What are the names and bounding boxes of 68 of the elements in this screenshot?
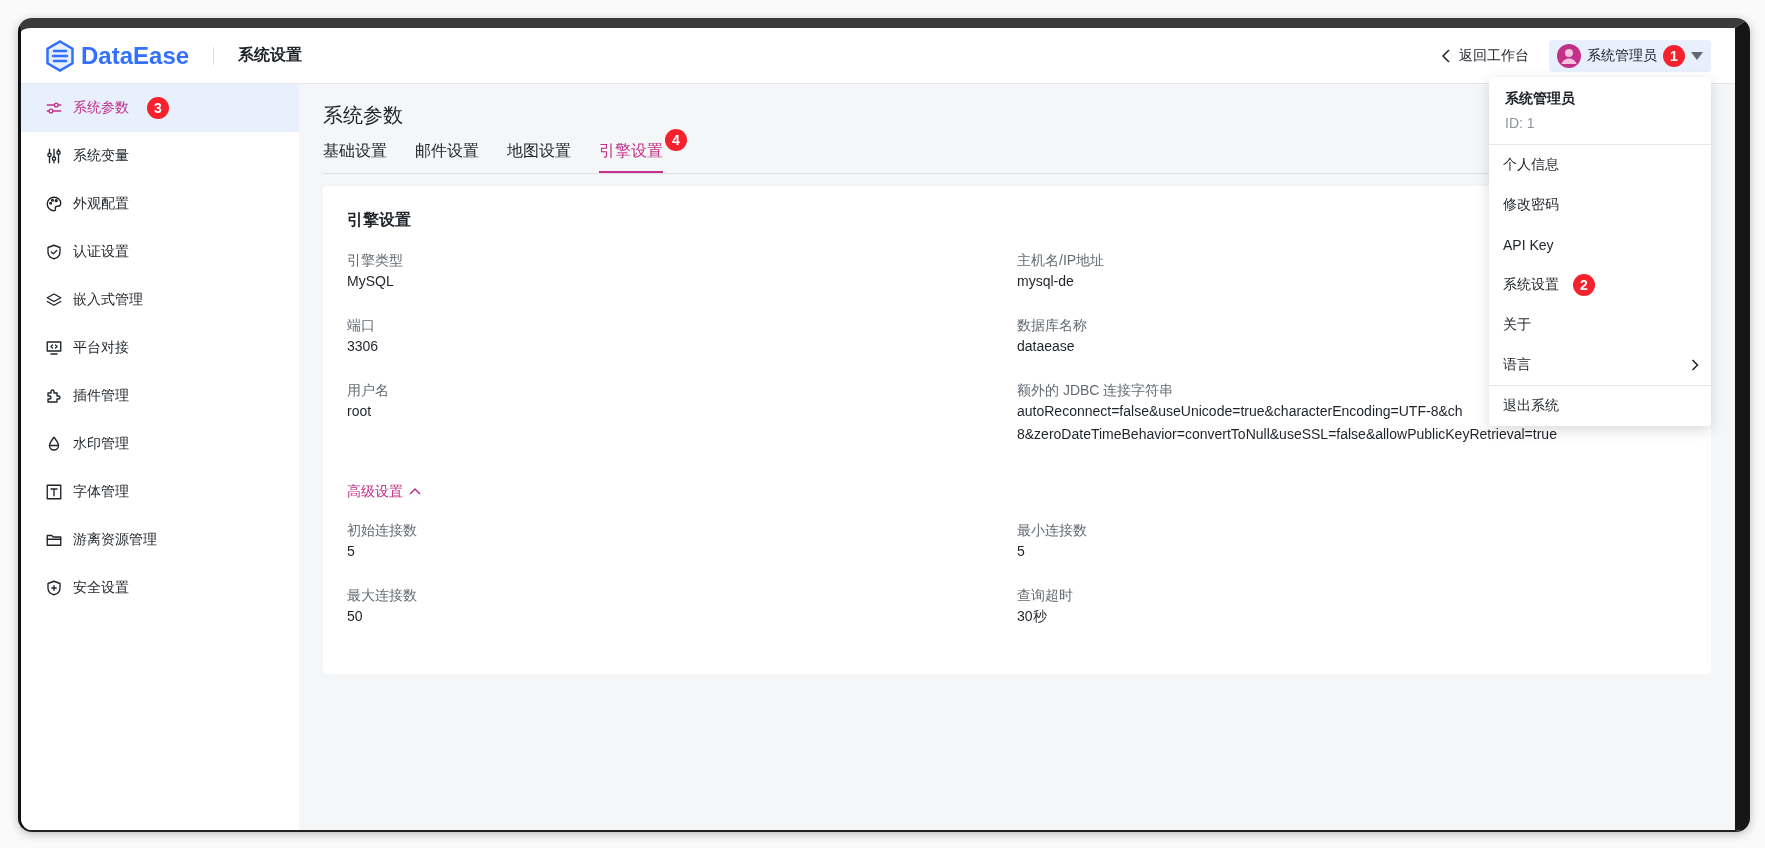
monitor-code-icon bbox=[45, 339, 63, 357]
card-title: 引擎设置 bbox=[347, 210, 411, 230]
menu-item[interactable]: 个人信息 bbox=[1489, 145, 1711, 185]
sidebar-item[interactable]: 认证设置 bbox=[21, 228, 299, 276]
user-id: ID: 1 bbox=[1505, 114, 1535, 133]
puzzle-icon bbox=[45, 387, 63, 405]
field-label: 初始连接数 bbox=[347, 521, 417, 540]
chevron-right-icon bbox=[1691, 359, 1699, 371]
sidebar-item[interactable]: 游离资源管理 bbox=[21, 516, 299, 564]
number-badge: 3 bbox=[147, 97, 169, 119]
sidebar-item[interactable]: 系统变量 bbox=[21, 132, 299, 180]
field-value: MySQL bbox=[347, 272, 394, 291]
sidebar-item[interactable]: 系统参数 3 bbox=[21, 84, 299, 132]
tab[interactable]: 基础设置 bbox=[323, 139, 387, 173]
sidebar-item[interactable]: 水印管理 bbox=[21, 420, 299, 468]
text-box-icon bbox=[45, 483, 63, 501]
equalizer-icon bbox=[45, 147, 63, 165]
menu-item[interactable]: 修改密码 bbox=[1489, 185, 1711, 225]
field-label: 额外的 JDBC 连接字符串 bbox=[1017, 381, 1174, 400]
layers-icon bbox=[45, 291, 63, 309]
field-label: 端口 bbox=[347, 316, 375, 335]
field-value: root bbox=[347, 402, 372, 421]
logo-icon bbox=[45, 39, 75, 72]
field-value: 30秒 bbox=[1017, 607, 1047, 626]
user-name: 系统管理员 bbox=[1505, 89, 1575, 108]
menu-item[interactable]: 关于 bbox=[1489, 305, 1711, 345]
field-value: 50 bbox=[347, 607, 363, 626]
chevron-left-icon bbox=[1441, 48, 1451, 63]
advanced-toggle[interactable]: 高级设置 bbox=[347, 480, 421, 502]
tab[interactable]: 地图设置 bbox=[507, 139, 571, 173]
field-label: 最大连接数 bbox=[347, 586, 417, 605]
logo-text: DataEase bbox=[81, 41, 190, 70]
avatar-icon bbox=[1557, 43, 1581, 68]
shield-check-icon bbox=[45, 243, 63, 261]
palette-icon bbox=[45, 195, 63, 213]
field-value: mysql-de bbox=[1017, 272, 1074, 291]
field-label: 引擎类型 bbox=[347, 251, 403, 270]
field-label: 主机名/IP地址 bbox=[1017, 251, 1105, 270]
caret-icon bbox=[1691, 51, 1703, 60]
field-value: 3306 bbox=[347, 337, 379, 356]
number-badge: 1 bbox=[1663, 44, 1685, 67]
field-label: 用户名 bbox=[347, 381, 389, 400]
field-value: autoReconnect=false&useUnicode=true&characterEncoding=UTF-8&ch bbox=[1017, 402, 1463, 421]
page-title: 系统设置 bbox=[238, 45, 303, 65]
sidebar-item[interactable]: 嵌入式管理 bbox=[21, 276, 299, 324]
field-value: 8&zeroDateTimeBehavior=convertToNull&useSSL=false&allowPublicKeyRetrieval=true bbox=[1017, 425, 1557, 444]
field-value: 5 bbox=[347, 542, 355, 561]
tab[interactable]: 邮件设置 bbox=[415, 139, 479, 173]
sidebar-item[interactable]: 平台对接 bbox=[21, 324, 299, 372]
number-badge: 2 bbox=[1573, 274, 1595, 296]
user-menu-button[interactable]: 系统管理员 1 bbox=[1549, 39, 1711, 72]
number-badge: 4 bbox=[665, 129, 687, 151]
section-title: 系统参数 bbox=[323, 103, 403, 128]
field-value: dataease bbox=[1017, 337, 1075, 356]
menu-item[interactable]: 退出系统 bbox=[1489, 386, 1711, 426]
field-value: 5 bbox=[1017, 542, 1025, 561]
sidebar-item[interactable]: 字体管理 bbox=[21, 468, 299, 516]
menu-item[interactable]: API Key bbox=[1489, 225, 1711, 265]
sidebar-item[interactable]: 外观配置 bbox=[21, 180, 299, 228]
menu-item[interactable]: 语言 bbox=[1489, 345, 1711, 385]
sidebar-item[interactable]: 安全设置 bbox=[21, 564, 299, 612]
field-label: 查询超时 bbox=[1017, 586, 1073, 605]
field-label: 数据库名称 bbox=[1017, 316, 1087, 335]
field-label: 最小连接数 bbox=[1017, 521, 1087, 540]
sidebar-item[interactable]: 插件管理 bbox=[21, 372, 299, 420]
back-link[interactable]: 返回工作台 bbox=[1441, 46, 1529, 65]
shield-plus-icon bbox=[45, 579, 63, 597]
menu-item[interactable]: 系统设置 2 bbox=[1489, 265, 1711, 305]
